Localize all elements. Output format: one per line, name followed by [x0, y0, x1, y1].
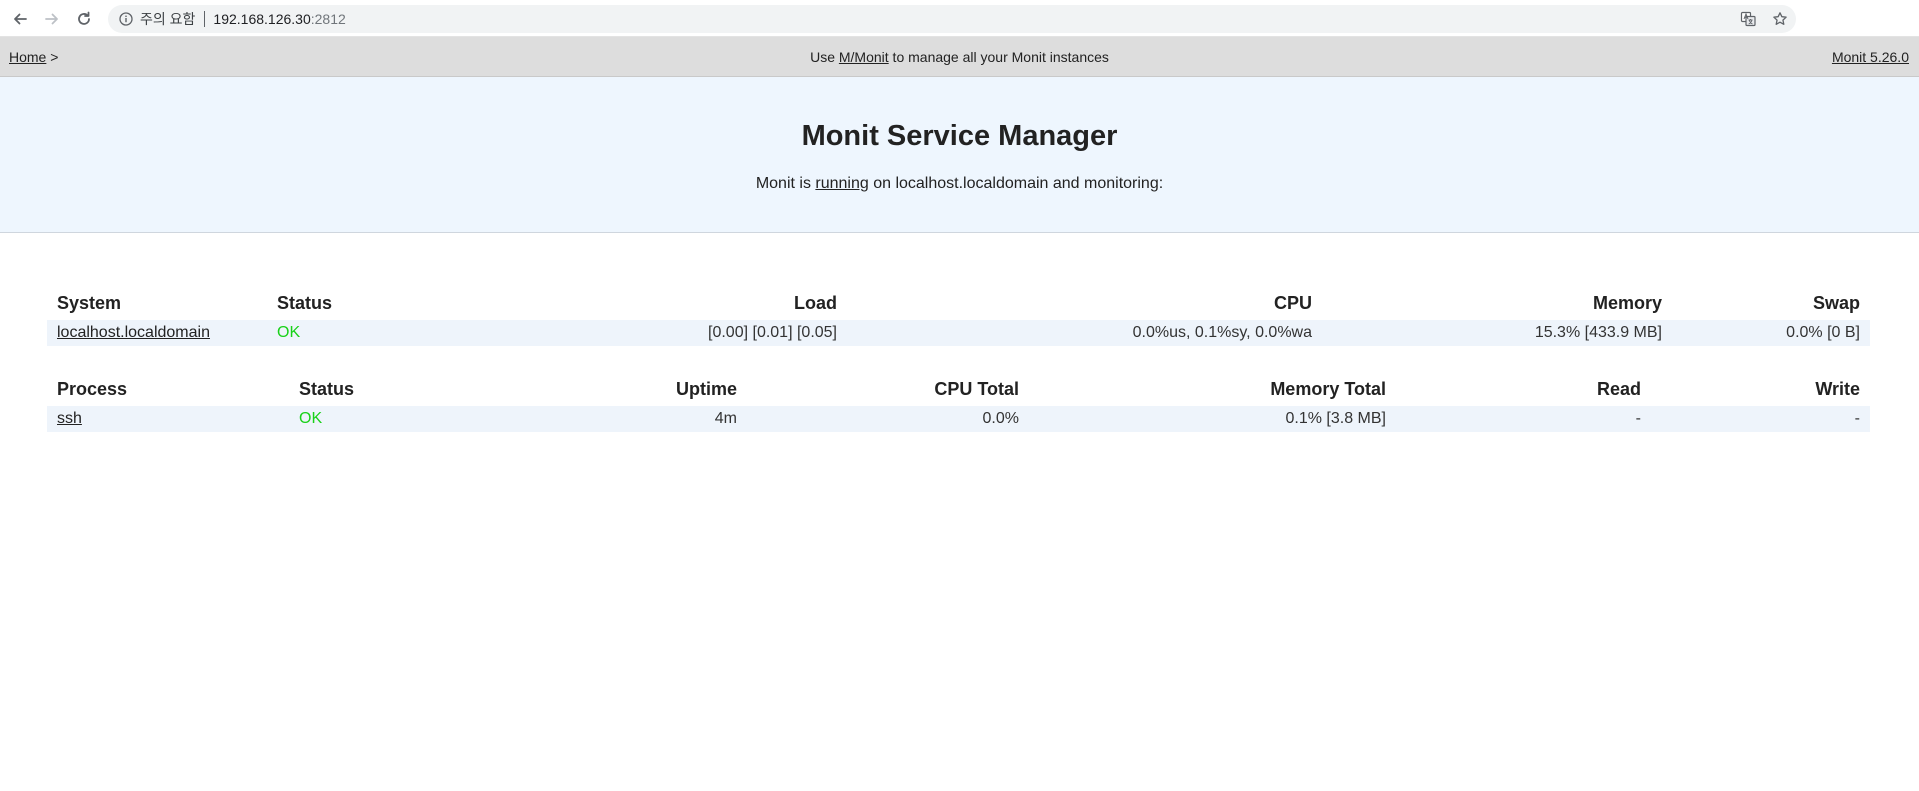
- uptime-value: 4m: [449, 406, 747, 432]
- table-row: ssh OK 4m 0.0% 0.1% [3.8 MB] - -: [47, 406, 1870, 432]
- mmonit-message-suffix: to manage all your Monit instances: [888, 49, 1109, 65]
- page-title: Monit Service Manager: [801, 120, 1118, 152]
- status-summary-prefix: Monit is: [755, 175, 816, 192]
- url-port[interactable]: :2812: [311, 11, 346, 27]
- header-uptime: Uptime: [675, 378, 737, 399]
- status-summary: Monit is running on localhost.localdomai…: [0, 175, 1919, 193]
- cpu-value: 0.0%us, 0.1%sy, 0.0%wa: [847, 320, 1322, 346]
- monit-nav-bar: Home > Use M/Monit to manage all your Mo…: [0, 37, 1919, 77]
- browser-toolbar: 주의 요함 192.168.126.30:2812: [0, 0, 1919, 37]
- header-system: System: [57, 292, 122, 313]
- header-write: Write: [1815, 378, 1860, 399]
- star-icon[interactable]: [1772, 11, 1788, 27]
- system-table: System Status Load CPU Memory Swap local…: [47, 286, 1870, 346]
- header-cpu: CPU: [1273, 292, 1312, 313]
- version-link[interactable]: Monit 5.26.0: [1832, 49, 1909, 65]
- header-process: Process: [57, 378, 128, 399]
- status-badge: OK: [289, 406, 449, 432]
- translate-icon[interactable]: [1740, 11, 1756, 27]
- version-container: Monit 5.26.0: [1832, 49, 1909, 65]
- header-status: Status: [277, 292, 333, 313]
- system-name-cell: localhost.localdomain: [47, 320, 267, 346]
- header-memory-total: Memory Total: [1270, 378, 1386, 399]
- read-value: -: [1396, 406, 1651, 432]
- back-button[interactable]: [7, 6, 33, 32]
- header-status: Status: [299, 378, 355, 399]
- process-table-header: Process Status Uptime CPU Total Memory T…: [47, 372, 1870, 406]
- process-table: Process Status Uptime CPU Total Memory T…: [47, 372, 1870, 432]
- process-name-cell: ssh: [47, 406, 289, 432]
- address-bar[interactable]: 주의 요함 192.168.126.30:2812: [108, 5, 1796, 33]
- header-read: Read: [1596, 378, 1641, 399]
- swap-value: 0.0% [0 B]: [1672, 320, 1870, 346]
- forward-button[interactable]: [39, 6, 65, 32]
- mmonit-link[interactable]: M/Monit: [839, 49, 889, 65]
- reload-button[interactable]: [71, 6, 97, 32]
- reload-icon: [78, 11, 90, 25]
- write-value: -: [1651, 406, 1870, 432]
- header-swap: Swap: [1812, 292, 1860, 313]
- status-summary-suffix: on localhost.localdomain and monitoring:: [868, 175, 1164, 192]
- memory-total-value: 0.1% [3.8 MB]: [1029, 406, 1396, 432]
- running-link[interactable]: running: [815, 175, 868, 192]
- arrow-left-icon: [14, 13, 27, 25]
- memory-value: 15.3% [433.9 MB]: [1322, 320, 1672, 346]
- load-value: [0.00] [0.01] [0.05]: [417, 320, 847, 346]
- mmonit-message: Use M/Monit to manage all your Monit ins…: [0, 49, 1919, 65]
- info-icon[interactable]: [118, 11, 134, 27]
- hero-banner: Monit Service Manager Monit is running o…: [0, 77, 1919, 233]
- mmonit-message-prefix: Use: [810, 49, 839, 65]
- process-name-link[interactable]: ssh: [57, 410, 82, 427]
- system-name-link[interactable]: localhost.localdomain: [57, 324, 210, 341]
- header-memory: Memory: [1592, 292, 1662, 313]
- table-row: localhost.localdomain OK [0.00] [0.01] […: [47, 320, 1870, 346]
- url-host[interactable]: 192.168.126.30: [213, 11, 310, 27]
- header-cpu-total: CPU Total: [934, 378, 1019, 399]
- header-load: Load: [794, 292, 837, 313]
- system-table-header: System Status Load CPU Memory Swap: [47, 286, 1870, 320]
- cpu-total-value: 0.0%: [747, 406, 1029, 432]
- security-warning[interactable]: 주의 요함: [140, 9, 195, 29]
- arrow-right-icon: [45, 13, 58, 25]
- status-badge: OK: [267, 320, 417, 346]
- omnibox-divider: [204, 11, 206, 27]
